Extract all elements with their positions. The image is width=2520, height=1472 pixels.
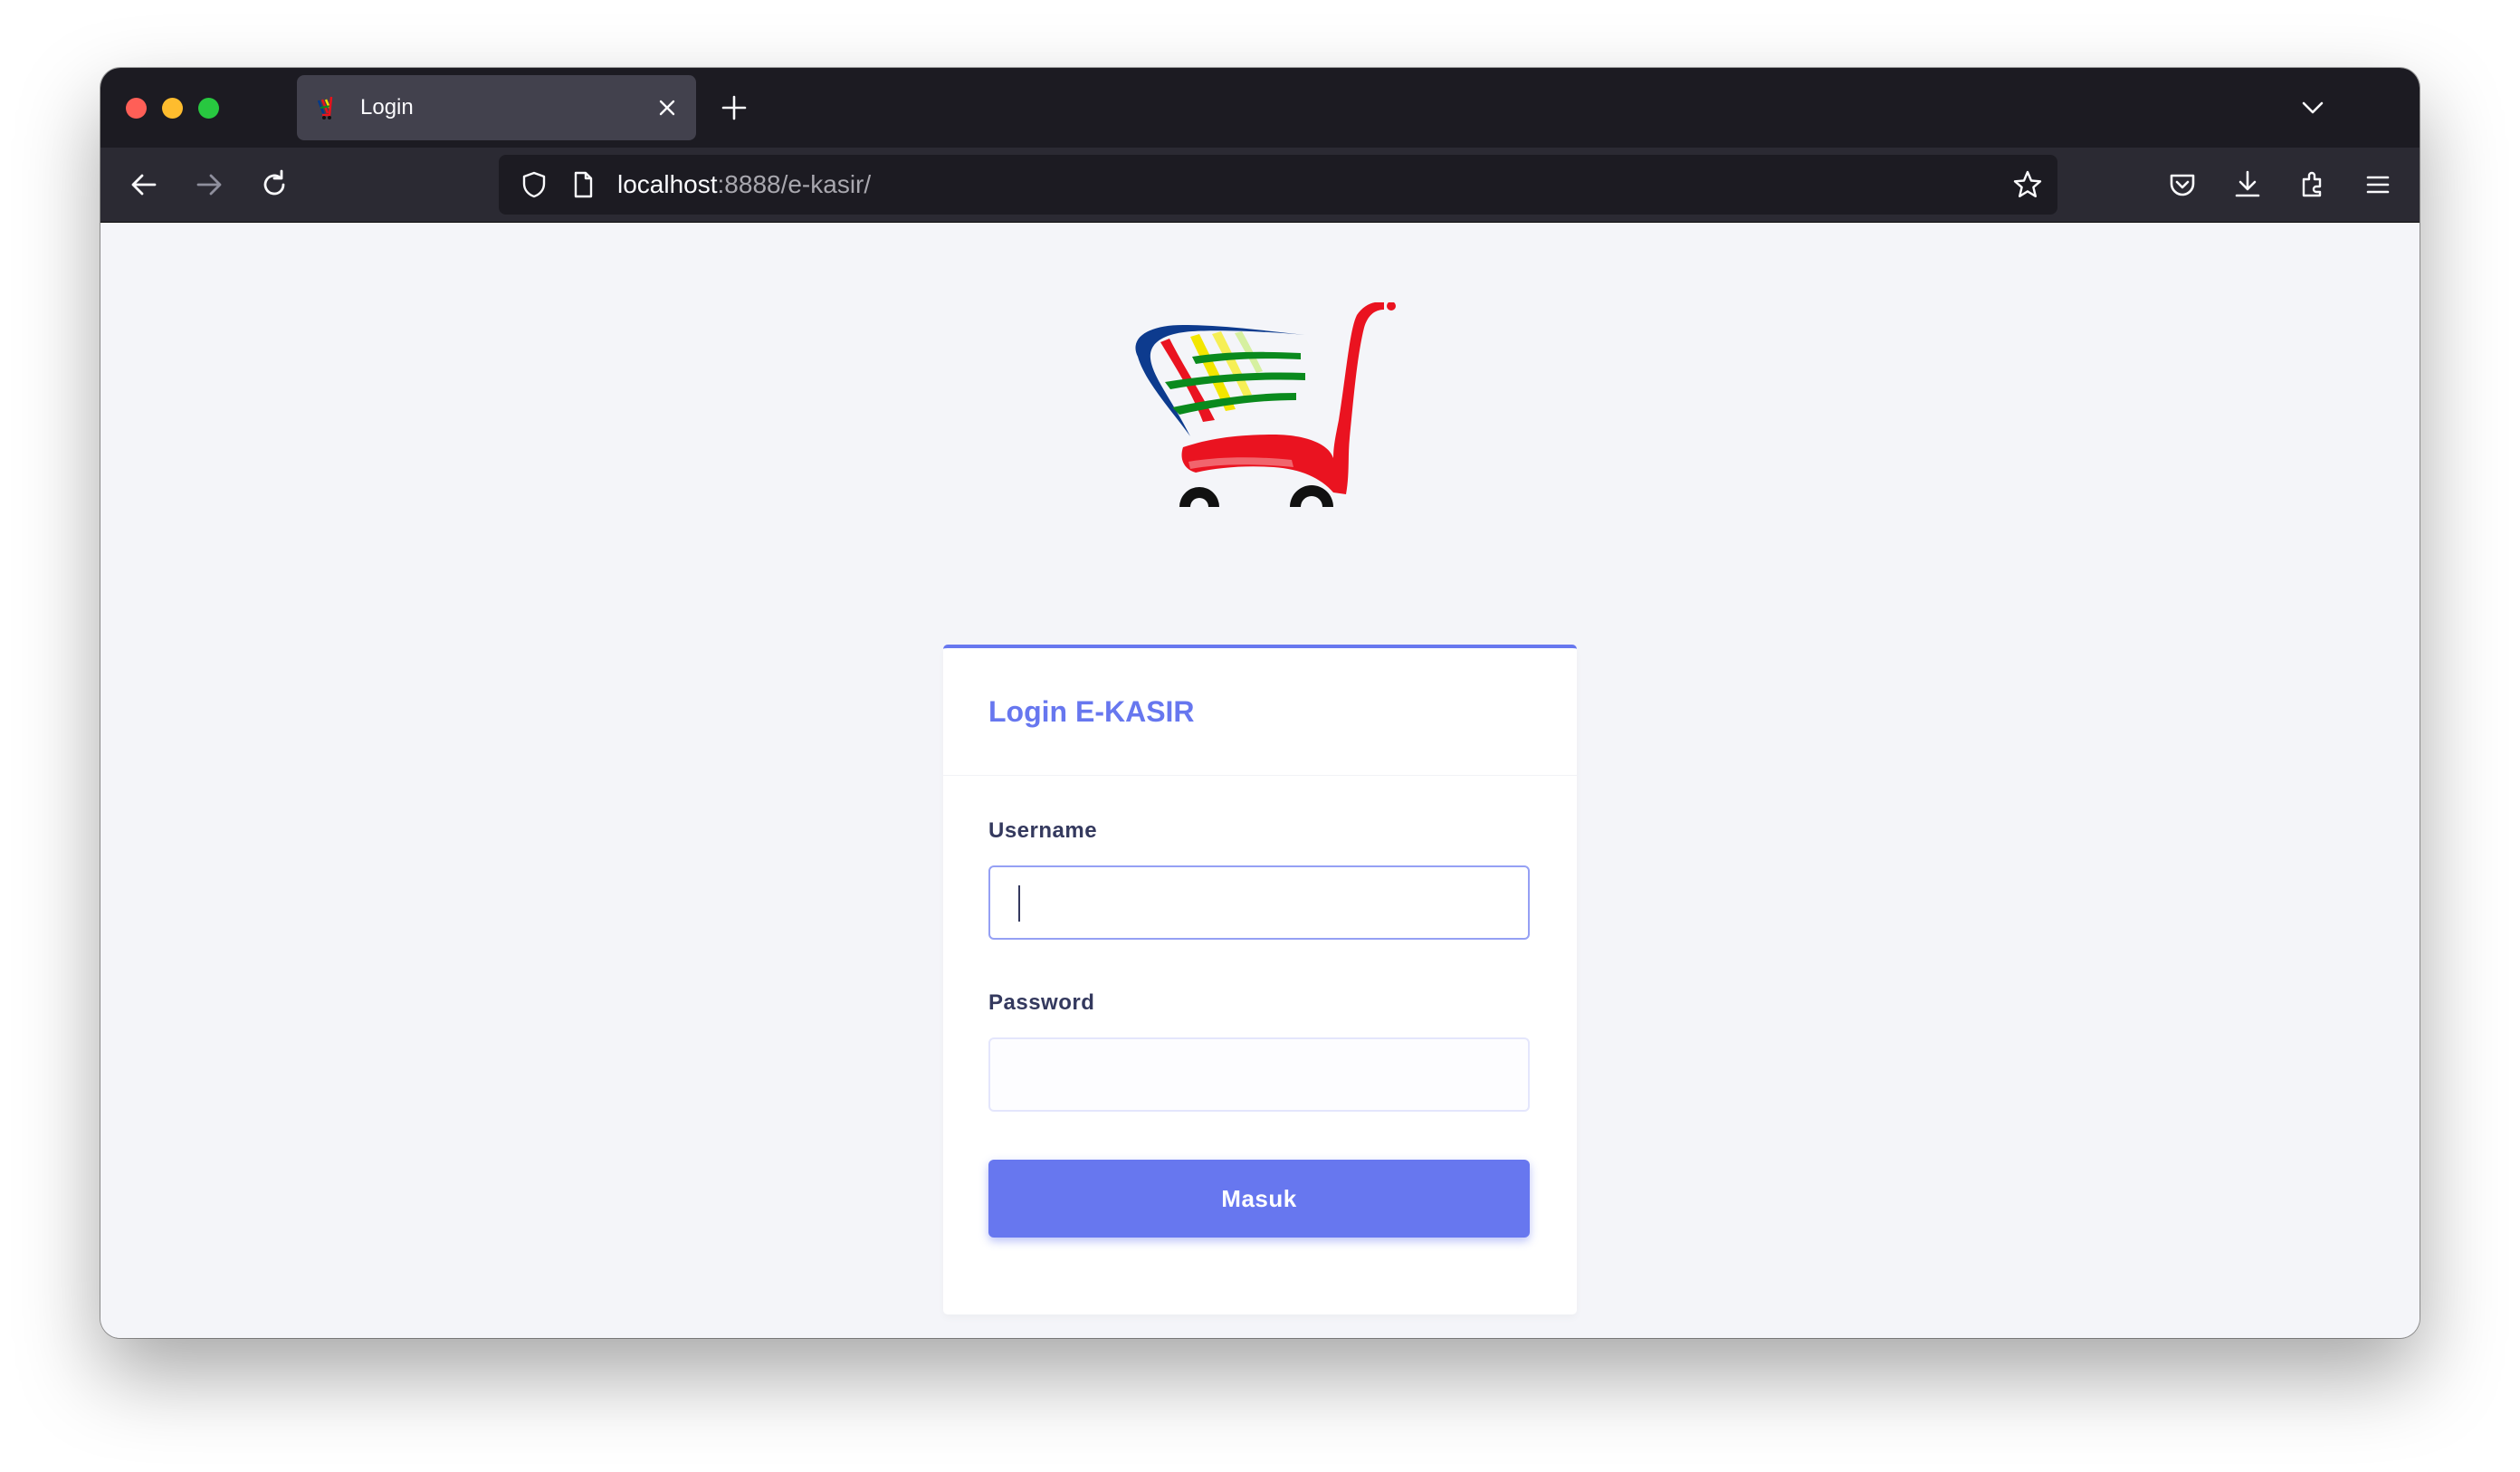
puzzle-icon[interactable]: [2293, 165, 2333, 205]
plus-icon[interactable]: [718, 91, 750, 124]
username-input[interactable]: [988, 865, 1530, 940]
login-card-header: Login E-KASIR: [943, 648, 1577, 776]
login-submit-button[interactable]: Masuk: [988, 1160, 1530, 1238]
login-card: Login E-KASIR Username Password Masuk: [943, 645, 1577, 1314]
minimize-window-button[interactable]: [162, 98, 183, 119]
tab-login[interactable]: Login: [297, 75, 696, 140]
browser-window: Login localhost:8888/e-kasir/ Login E-KA…: [100, 68, 2420, 1338]
username-label: Username: [988, 818, 1098, 843]
tab-strip: Login: [100, 68, 2420, 148]
shopping-cart-logo: [1120, 301, 1400, 507]
navigation-toolbar: localhost:8888/e-kasir/: [100, 148, 2420, 223]
close-window-button[interactable]: [126, 98, 147, 119]
chevron-down-icon[interactable]: [2296, 91, 2329, 124]
url-bar[interactable]: localhost:8888/e-kasir/: [499, 155, 2057, 215]
maximize-window-button[interactable]: [198, 98, 219, 119]
reload-icon[interactable]: [254, 165, 294, 205]
page-icon[interactable]: [568, 169, 598, 200]
url-host: localhost: [617, 170, 718, 198]
password-input[interactable]: [988, 1037, 1530, 1112]
shopping-cart-icon: [315, 95, 340, 120]
tab-title: Login: [360, 95, 414, 119]
page-content: Login E-KASIR Username Password Masuk: [100, 223, 2420, 1338]
pocket-icon[interactable]: [2162, 165, 2202, 205]
close-icon[interactable]: [651, 91, 683, 124]
text-cursor: [1018, 885, 1020, 922]
star-icon[interactable]: [2010, 167, 2045, 202]
arrow-right-icon[interactable]: [189, 165, 229, 205]
download-icon[interactable]: [2228, 165, 2267, 205]
hamburger-menu-icon[interactable]: [2358, 165, 2398, 205]
arrow-left-icon[interactable]: [124, 165, 164, 205]
login-title: Login E-KASIR: [988, 695, 1195, 728]
shield-icon[interactable]: [519, 169, 549, 200]
password-label: Password: [988, 990, 1095, 1015]
url-path: :8888/e-kasir/: [717, 170, 872, 198]
url-text[interactable]: localhost:8888/e-kasir/: [617, 155, 871, 215]
